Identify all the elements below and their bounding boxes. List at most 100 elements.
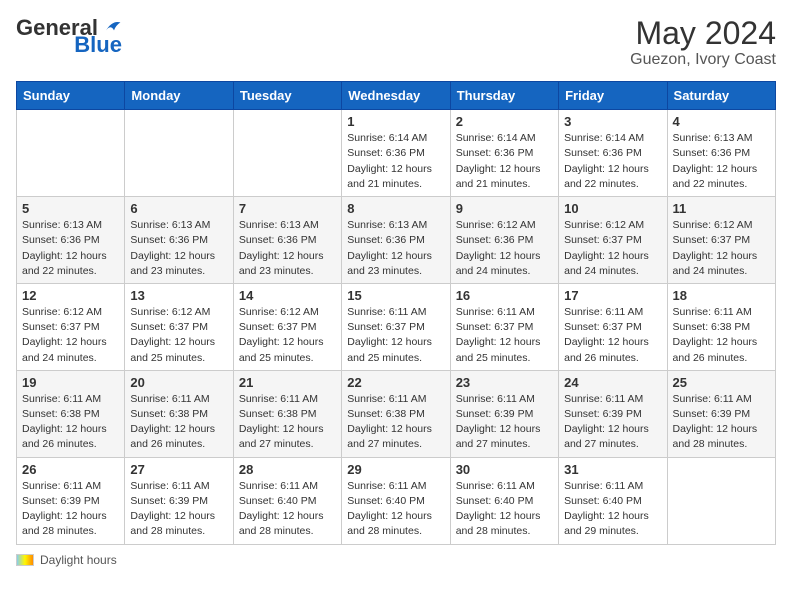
day-info: Sunrise: 6:11 AM Sunset: 6:38 PM Dayligh… [22,392,119,453]
day-info: Sunrise: 6:12 AM Sunset: 6:37 PM Dayligh… [673,218,770,279]
logo: General Blue [16,16,122,56]
month-year-title: May 2024 [630,16,776,51]
day-number: 16 [456,288,553,303]
logo-blue-text: Blue [74,34,122,56]
day-info: Sunrise: 6:14 AM Sunset: 6:36 PM Dayligh… [347,131,444,192]
calendar-cell: 12 Sunrise: 6:12 AM Sunset: 6:37 PM Dayli… [17,283,125,370]
calendar-cell: 8 Sunrise: 6:13 AM Sunset: 6:36 PM Daylig… [342,197,450,284]
day-number: 11 [673,201,770,216]
day-number: 15 [347,288,444,303]
calendar-cell: 18 Sunrise: 6:11 AM Sunset: 6:38 PM Dayli… [667,283,775,370]
calendar-cell: 15 Sunrise: 6:11 AM Sunset: 6:37 PM Dayli… [342,283,450,370]
day-info: Sunrise: 6:11 AM Sunset: 6:38 PM Dayligh… [673,305,770,366]
day-info: Sunrise: 6:11 AM Sunset: 6:39 PM Dayligh… [130,479,227,540]
day-number: 20 [130,375,227,390]
day-info: Sunrise: 6:11 AM Sunset: 6:39 PM Dayligh… [564,392,661,453]
day-info: Sunrise: 6:11 AM Sunset: 6:39 PM Dayligh… [673,392,770,453]
day-number: 4 [673,114,770,129]
day-number: 14 [239,288,336,303]
day-info: Sunrise: 6:11 AM Sunset: 6:37 PM Dayligh… [347,305,444,366]
day-info: Sunrise: 6:13 AM Sunset: 6:36 PM Dayligh… [347,218,444,279]
day-info: Sunrise: 6:11 AM Sunset: 6:39 PM Dayligh… [22,479,119,540]
calendar-cell: 5Sunrise: 6:13 AM Sunset: 6:36 PM Daylig… [17,197,125,284]
calendar-cell [233,110,341,197]
calendar-cell: 28 Sunrise: 6:11 AM Sunset: 6:40 PM Dayli… [233,457,341,544]
weekday-header-tuesday: Tuesday [233,82,341,110]
day-info: Sunrise: 6:13 AM Sunset: 6:36 PM Dayligh… [673,131,770,192]
day-number: 31 [564,462,661,477]
day-number: 12 [22,288,119,303]
day-info: Sunrise: 6:14 AM Sunset: 6:36 PM Dayligh… [456,131,553,192]
weekday-header-thursday: Thursday [450,82,558,110]
calendar-week-row: 12 Sunrise: 6:12 AM Sunset: 6:37 PM Dayli… [17,283,776,370]
calendar-cell: 10Sunrise: 6:12 AM Sunset: 6:37 PM Dayli… [559,197,667,284]
day-number: 1 [347,114,444,129]
day-info: Sunrise: 6:14 AM Sunset: 6:36 PM Dayligh… [564,131,661,192]
calendar-cell: 7Sunrise: 6:13 AM Sunset: 6:36 PM Daylig… [233,197,341,284]
day-number: 25 [673,375,770,390]
calendar-cell: 9Sunrise: 6:12 AM Sunset: 6:36 PM Daylig… [450,197,558,284]
weekday-header-saturday: Saturday [667,82,775,110]
calendar-cell: 16Sunrise: 6:11 AM Sunset: 6:37 PM Dayli… [450,283,558,370]
day-number: 19 [22,375,119,390]
calendar-cell: 26 Sunrise: 6:11 AM Sunset: 6:39 PM Dayli… [17,457,125,544]
day-info: Sunrise: 6:12 AM Sunset: 6:37 PM Dayligh… [22,305,119,366]
calendar-cell: 2 Sunrise: 6:14 AM Sunset: 6:36 PM Daylig… [450,110,558,197]
day-info: Sunrise: 6:11 AM Sunset: 6:38 PM Dayligh… [347,392,444,453]
day-number: 26 [22,462,119,477]
day-info: Sunrise: 6:11 AM Sunset: 6:38 PM Dayligh… [130,392,227,453]
day-info: Sunrise: 6:11 AM Sunset: 6:39 PM Dayligh… [456,392,553,453]
calendar-cell [125,110,233,197]
day-number: 30 [456,462,553,477]
calendar-cell: 11 Sunrise: 6:12 AM Sunset: 6:37 PM Dayli… [667,197,775,284]
calendar-week-row: 5 Sunrise: 6:13 AM Sunset: 6:36 PM Daylig… [17,197,776,284]
calendar-cell [667,457,775,544]
daylight-icon [16,554,34,566]
calendar-cell: 22Sunrise: 6:11 AM Sunset: 6:38 PM Dayli… [342,370,450,457]
title-section: May 2024 Guezon, Ivory Coast [630,16,776,69]
day-info: Sunrise: 6:12 AM Sunset: 6:37 PM Dayligh… [130,305,227,366]
day-info: Sunrise: 6:13 AM Sunset: 6:36 PM Dayligh… [239,218,336,279]
calendar-cell: 30 Sunrise: 6:11 AM Sunset: 6:40 PM Dayli… [450,457,558,544]
day-info: Sunrise: 6:11 AM Sunset: 6:40 PM Dayligh… [564,479,661,540]
day-number: 6 [130,201,227,216]
day-info: Sunrise: 6:11 AM Sunset: 6:40 PM Dayligh… [456,479,553,540]
calendar-cell: 3 Sunrise: 6:14 AM Sunset: 6:36 PM Daylig… [559,110,667,197]
calendar-cell: 27 Sunrise: 6:11 AM Sunset: 6:39 PM Dayli… [125,457,233,544]
day-info: Sunrise: 6:11 AM Sunset: 6:40 PM Dayligh… [239,479,336,540]
day-info: Sunrise: 6:11 AM Sunset: 6:37 PM Dayligh… [564,305,661,366]
calendar-cell: 20 Sunrise: 6:11 AM Sunset: 6:38 PM Dayli… [125,370,233,457]
day-number: 21 [239,375,336,390]
day-number: 17 [564,288,661,303]
calendar-week-row: 1 Sunrise: 6:14 AM Sunset: 6:36 PM Daylig… [17,110,776,197]
calendar-cell: 29Sunrise: 6:11 AM Sunset: 6:40 PM Dayli… [342,457,450,544]
weekday-header-friday: Friday [559,82,667,110]
day-number: 27 [130,462,227,477]
calendar-table: SundayMondayTuesdayWednesdayThursdayFrid… [16,81,776,544]
calendar-cell: 6Sunrise: 6:13 AM Sunset: 6:36 PM Daylig… [125,197,233,284]
day-number: 8 [347,201,444,216]
day-number: 18 [673,288,770,303]
calendar-cell: 17 Sunrise: 6:11 AM Sunset: 6:37 PM Dayli… [559,283,667,370]
day-info: Sunrise: 6:12 AM Sunset: 6:37 PM Dayligh… [239,305,336,366]
day-number: 3 [564,114,661,129]
location-subtitle: Guezon, Ivory Coast [630,51,776,69]
page-header: General Blue May 2024 Guezon, Ivory Coas… [16,16,776,69]
day-number: 2 [456,114,553,129]
calendar-cell [17,110,125,197]
weekday-header-row: SundayMondayTuesdayWednesdayThursdayFrid… [17,82,776,110]
calendar-week-row: 26 Sunrise: 6:11 AM Sunset: 6:39 PM Dayli… [17,457,776,544]
weekday-header-sunday: Sunday [17,82,125,110]
calendar-cell: 1 Sunrise: 6:14 AM Sunset: 6:36 PM Daylig… [342,110,450,197]
day-number: 24 [564,375,661,390]
calendar-week-row: 19 Sunrise: 6:11 AM Sunset: 6:38 PM Dayli… [17,370,776,457]
calendar-cell: 14 Sunrise: 6:12 AM Sunset: 6:37 PM Dayli… [233,283,341,370]
calendar-cell: 21Sunrise: 6:11 AM Sunset: 6:38 PM Dayli… [233,370,341,457]
calendar-cell: 23Sunrise: 6:11 AM Sunset: 6:39 PM Dayli… [450,370,558,457]
day-info: Sunrise: 6:12 AM Sunset: 6:36 PM Dayligh… [456,218,553,279]
calendar-cell: 19 Sunrise: 6:11 AM Sunset: 6:38 PM Dayli… [17,370,125,457]
day-number: 28 [239,462,336,477]
calendar-cell: 31 Sunrise: 6:11 AM Sunset: 6:40 PM Dayli… [559,457,667,544]
day-number: 29 [347,462,444,477]
day-number: 5 [22,201,119,216]
